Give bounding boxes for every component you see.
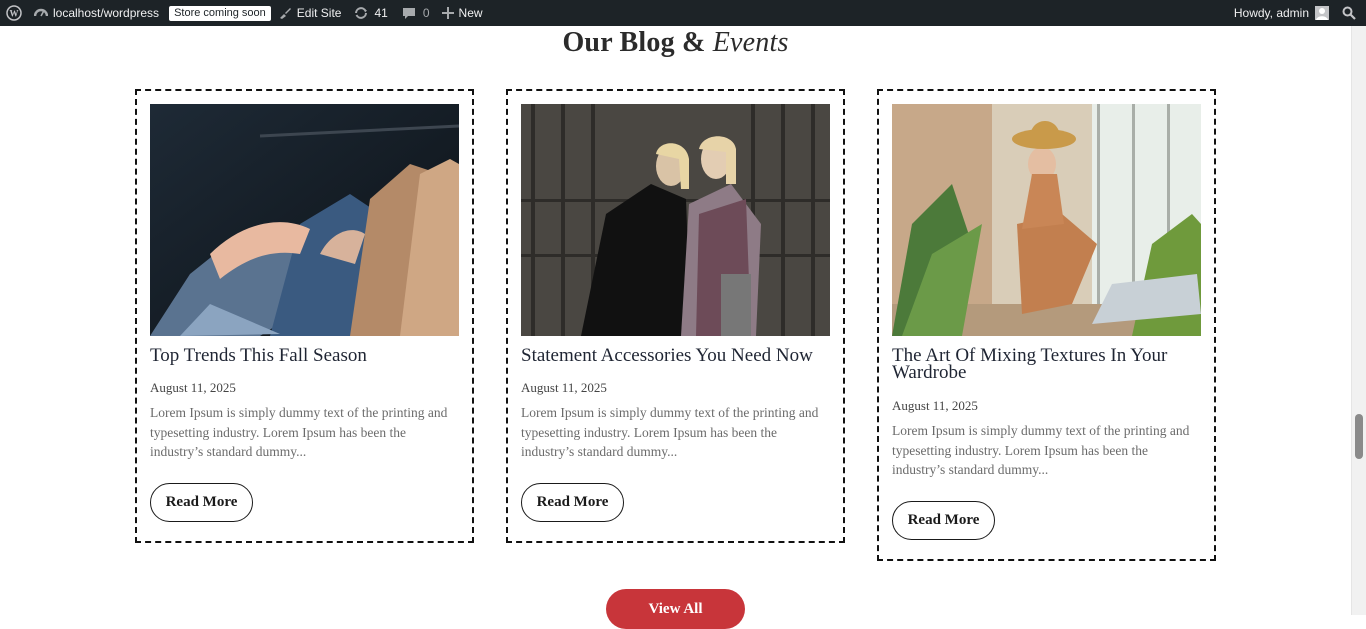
howdy-text: Howdy, admin bbox=[1233, 6, 1309, 20]
read-more-button[interactable]: Read More bbox=[521, 483, 624, 522]
site-link[interactable]: localhost/wordpress bbox=[29, 0, 163, 26]
post-excerpt: Lorem Ipsum is simply dummy text of the … bbox=[892, 423, 1190, 477]
updates-link[interactable]: 41 bbox=[348, 0, 395, 26]
updates-count: 41 bbox=[374, 6, 388, 20]
brush-icon bbox=[278, 6, 292, 20]
new-label: New bbox=[458, 6, 483, 20]
blog-card: Top Trends This Fall Season August 11, 2… bbox=[135, 89, 474, 543]
dashboard-icon bbox=[34, 6, 48, 20]
post-image-woman-window[interactable] bbox=[892, 104, 1201, 336]
post-title[interactable]: Top Trends This Fall Season bbox=[150, 346, 465, 365]
blog-card: Statement Accessories You Need Now Augus… bbox=[506, 89, 845, 543]
read-more-button[interactable]: Read More bbox=[150, 483, 253, 522]
edit-site-link[interactable]: Edit Site bbox=[271, 0, 349, 26]
refresh-icon bbox=[354, 6, 368, 20]
search-icon[interactable] bbox=[1336, 0, 1366, 26]
comment-icon bbox=[402, 6, 416, 20]
avatar bbox=[1315, 6, 1329, 20]
section-title-main: Our Blog & bbox=[562, 27, 706, 58]
my-account-link[interactable]: Howdy, admin bbox=[1234, 0, 1336, 26]
post-image-two-women-gate[interactable] bbox=[521, 104, 830, 336]
post-excerpt: Lorem Ipsum is simply dummy text of the … bbox=[150, 405, 448, 459]
blog-card: The Art Of Mixing Textures In Your Wardr… bbox=[877, 89, 1216, 561]
wp-admin-bar: W localhost/wordpress Store coming soon … bbox=[0, 0, 1366, 26]
store-status-badge[interactable]: Store coming soon bbox=[169, 5, 271, 21]
site-name: localhost/wordpress bbox=[53, 6, 160, 20]
post-date: August 11, 2025 bbox=[892, 398, 978, 413]
page-scrollbar[interactable] bbox=[1351, 26, 1366, 615]
view-all-button[interactable]: View All bbox=[606, 589, 745, 629]
post-date: August 11, 2025 bbox=[521, 380, 607, 395]
plus-icon bbox=[441, 7, 454, 19]
post-title[interactable]: Statement Accessories You Need Now bbox=[521, 346, 836, 365]
post-excerpt: Lorem Ipsum is simply dummy text of the … bbox=[521, 405, 819, 459]
scrollbar-thumb[interactable] bbox=[1355, 414, 1363, 459]
section-title-italic: Events bbox=[712, 27, 789, 58]
wordpress-logo-icon[interactable]: W bbox=[0, 0, 29, 26]
comments-link[interactable]: 0 bbox=[396, 0, 438, 26]
post-date: August 11, 2025 bbox=[150, 380, 236, 395]
svg-text:W: W bbox=[10, 9, 19, 19]
post-image-clothes-rack[interactable] bbox=[150, 104, 459, 336]
comments-count: 0 bbox=[422, 6, 430, 20]
post-title[interactable]: The Art Of Mixing Textures In Your Wardr… bbox=[892, 346, 1207, 382]
edit-site-label: Edit Site bbox=[296, 6, 342, 20]
read-more-button[interactable]: Read More bbox=[892, 501, 995, 540]
section-title: Our Blog & Events bbox=[0, 27, 1351, 59]
new-content-link[interactable]: New bbox=[438, 0, 491, 26]
